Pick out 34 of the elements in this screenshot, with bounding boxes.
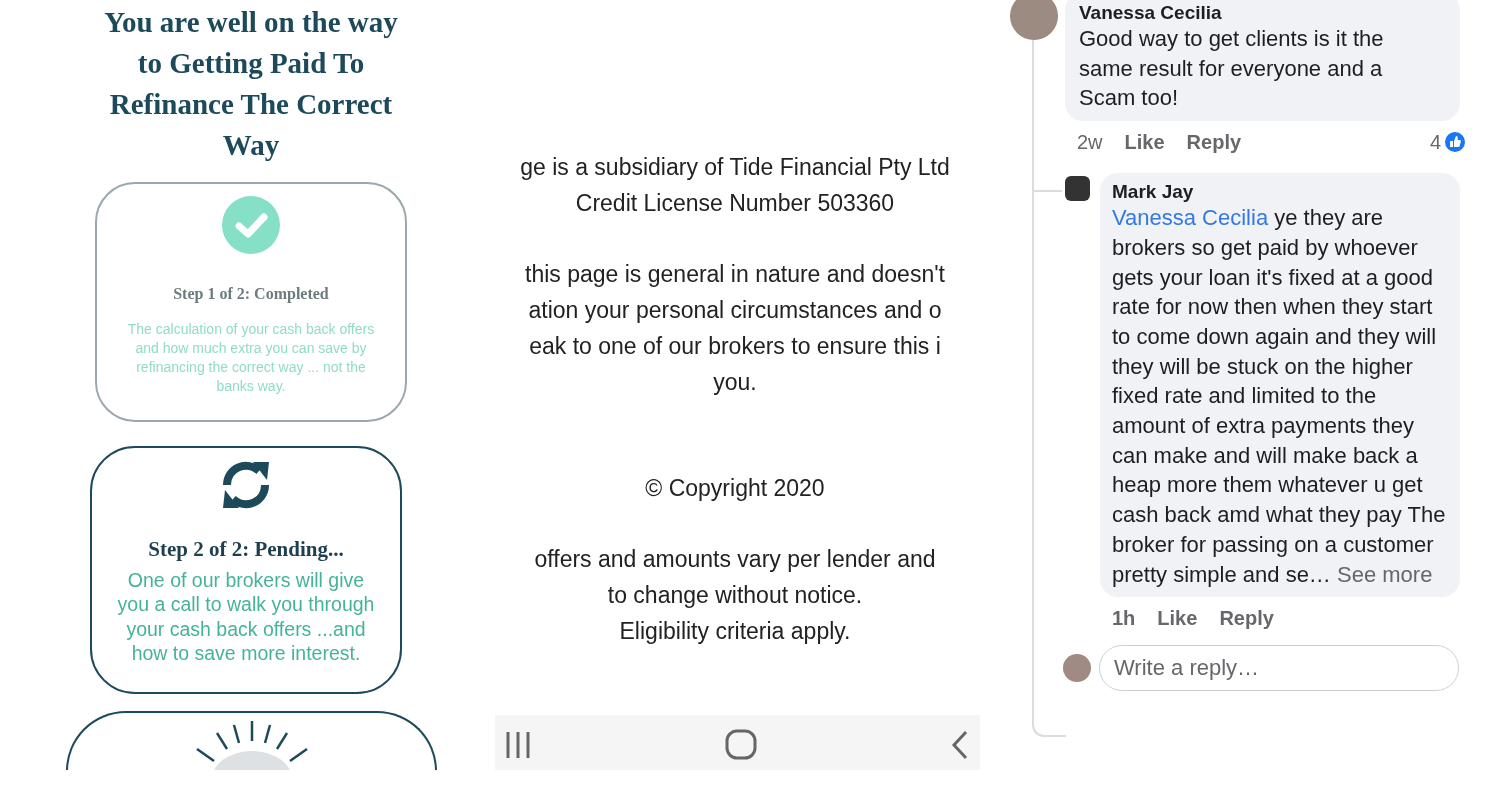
action-link[interactable]: Like bbox=[1124, 127, 1165, 158]
step-description: The calculation of your cash back offers and how much extra you can save by refinancing the correct way ... not the banks way. bbox=[126, 320, 376, 396]
copyright-text: © Copyright 2020 bbox=[644, 474, 826, 503]
author-name[interactable]: Mark Jay bbox=[1112, 181, 1446, 204]
disclaimer-text: ge is a subsidiary of Tide Financial Pty Ltd bbox=[519, 153, 951, 182]
reaction-count: 4 bbox=[1429, 130, 1441, 156]
disclaimer-text: you. bbox=[712, 368, 758, 397]
avatar bbox=[1063, 654, 1091, 683]
action-link[interactable]: Reply bbox=[1219, 603, 1274, 634]
disclaimer-text: eak to one of our brokers to ensure this i bbox=[528, 332, 942, 361]
comment-text: Vanessa Cecilia ye they are brokers so get paid by whoever gets your loan it's fixed at a good rate for now then when they start to come down again and they will they will be stuck on the higher fixed rate and limited to the amount of extra payments they can make and will make back a heap more them whatever u get cash back amd what they pay The broker for passing on a customer pretty simple and se… See more bbox=[1112, 204, 1446, 589]
step-title: Step 1 of 2: Completed bbox=[172, 284, 330, 305]
step-description: One of our brokers will give you a call to walk you through your cash back offers ...and how to save more interest. bbox=[116, 567, 376, 666]
notice-text: offers and amounts vary per lender and bbox=[533, 545, 937, 574]
headline: You are well on the way to Getting Paid To Refinance The Correct Way bbox=[103, 5, 399, 163]
action-link[interactable]: Like bbox=[1157, 603, 1198, 634]
comment-text: Good way to get clients is it the same result for everyone and a Scam too! bbox=[1079, 25, 1385, 113]
timestamp: 2w bbox=[1077, 130, 1103, 156]
like-icon bbox=[1445, 132, 1465, 153]
disclaimer-text: Credit License Number 503360 bbox=[574, 189, 896, 218]
reply-field[interactable]: Write a reply… bbox=[1099, 645, 1459, 692]
notice-text: to change without notice. bbox=[606, 581, 864, 610]
action-link[interactable]: Reply bbox=[1186, 127, 1242, 158]
see-more-link[interactable]: See more bbox=[1337, 561, 1433, 587]
avatar bbox=[1010, 0, 1058, 40]
step-title: Step 2 of 2: Pending... bbox=[147, 536, 345, 563]
author-name[interactable]: Vanessa Cecilia bbox=[1079, 2, 1410, 24]
check-icon bbox=[222, 196, 280, 254]
disclaimer-text: ation your personal circumstances and o bbox=[527, 296, 943, 325]
timestamp: 1h bbox=[1112, 606, 1136, 632]
notice-text: Eligibility criteria apply. bbox=[618, 617, 852, 646]
avatar bbox=[1065, 176, 1090, 202]
disclaimer-text: this page is general in nature and doesn't bbox=[524, 260, 946, 289]
mention-link[interactable]: Vanessa Cecilia bbox=[1112, 205, 1269, 231]
